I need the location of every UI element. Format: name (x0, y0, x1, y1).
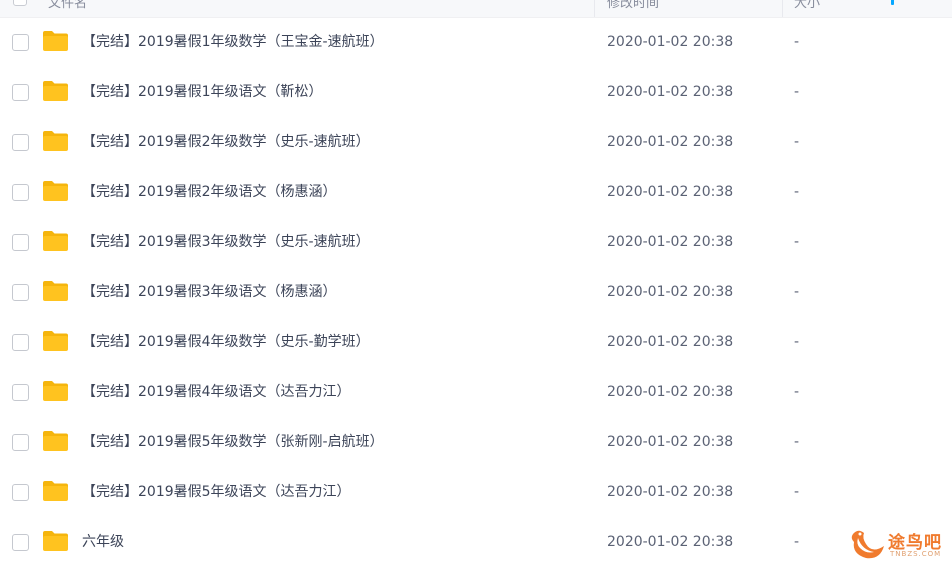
folder-icon (43, 131, 68, 151)
row-checkbox[interactable] (12, 484, 29, 501)
row-checkbox[interactable] (12, 434, 29, 451)
file-modified-time: 2020-01-02 20:38 (607, 334, 734, 350)
file-size: - (794, 184, 800, 200)
file-row[interactable]: 【完结】2019暑假2年级语文（杨惠涵） 2020-01-02 20:38 - (0, 167, 952, 217)
file-name-link[interactable]: 【完结】2019暑假2年级语文（杨惠涵） (82, 183, 337, 201)
row-checkbox[interactable] (12, 384, 29, 401)
file-row[interactable]: 【完结】2019暑假2年级数学（史乐-速航班） 2020-01-02 20:38 - (0, 117, 952, 167)
column-header-name[interactable]: 文件名 (48, 0, 87, 11)
watermark-subtext: TNBZS.COM (890, 550, 942, 558)
file-size: - (794, 284, 800, 300)
file-row[interactable]: 【完结】2019暑假3年级数学（史乐-速航班） 2020-01-02 20:38 - (0, 217, 952, 267)
column-divider (594, 0, 595, 17)
row-checkbox[interactable] (12, 34, 29, 51)
file-name-link[interactable]: 【完结】2019暑假5年级语文（达吾力江） (82, 483, 351, 501)
row-checkbox[interactable] (12, 284, 29, 301)
file-size: - (794, 484, 800, 500)
folder-icon (43, 31, 68, 51)
row-checkbox[interactable] (12, 134, 29, 151)
file-size: - (794, 234, 800, 250)
column-header-modified[interactable]: 修改时间 (607, 0, 659, 11)
file-size: - (794, 34, 800, 50)
folder-icon (43, 81, 68, 101)
file-modified-time: 2020-01-02 20:38 (607, 384, 734, 400)
bird-logo-icon (851, 530, 884, 559)
file-modified-time: 2020-01-02 20:38 (607, 534, 734, 550)
file-name-link[interactable]: 【完结】2019暑假1年级数学（王宝金-速航班） (82, 33, 384, 51)
file-size: - (794, 434, 800, 450)
column-header-size[interactable]: 大小 (794, 0, 820, 11)
folder-icon (43, 181, 68, 201)
row-checkbox[interactable] (12, 234, 29, 251)
file-size: - (794, 84, 800, 100)
file-row[interactable]: 【完结】2019暑假4年级数学（史乐-勤学班） 2020-01-02 20:38 - (0, 317, 952, 367)
file-size: - (794, 134, 800, 150)
watermark: 途鸟吧 TNBZS.COM (848, 524, 948, 564)
file-modified-time: 2020-01-02 20:38 (607, 84, 734, 100)
file-name-link[interactable]: 【完结】2019暑假5年级数学（张新刚-启航班） (82, 433, 384, 451)
file-name-link[interactable]: 【完结】2019暑假4年级语文（达吾力江） (82, 383, 351, 401)
file-modified-time: 2020-01-02 20:38 (607, 434, 734, 450)
row-checkbox[interactable] (12, 334, 29, 351)
folder-icon (43, 431, 68, 451)
file-modified-time: 2020-01-02 20:38 (607, 134, 734, 150)
row-checkbox[interactable] (12, 534, 29, 551)
file-row[interactable]: 【完结】2019暑假4年级语文（达吾力江） 2020-01-02 20:38 - (0, 367, 952, 417)
folder-icon (43, 281, 68, 301)
file-modified-time: 2020-01-02 20:38 (607, 234, 734, 250)
select-all-checkbox[interactable] (13, 0, 27, 6)
file-list: 【完结】2019暑假1年级数学（王宝金-速航班） 2020-01-02 20:38… (0, 17, 952, 567)
row-checkbox[interactable] (12, 84, 29, 101)
folder-icon (43, 381, 68, 401)
file-row[interactable]: 六年级 2020-01-02 20:38 - (0, 517, 952, 567)
file-row[interactable]: 【完结】2019暑假1年级语文（靳松） 2020-01-02 20:38 - (0, 67, 952, 117)
file-row[interactable]: 【完结】2019暑假1年级数学（王宝金-速航班） 2020-01-02 20:38… (0, 17, 952, 67)
file-modified-time: 2020-01-02 20:38 (607, 284, 734, 300)
file-row[interactable]: 【完结】2019暑假3年级语文（杨惠涵） 2020-01-02 20:38 - (0, 267, 952, 317)
file-size: - (794, 534, 800, 550)
file-modified-time: 2020-01-02 20:38 (607, 184, 734, 200)
folder-icon (43, 481, 68, 501)
folder-icon (43, 331, 68, 351)
column-divider (782, 0, 783, 17)
file-name-link[interactable]: 【完结】2019暑假3年级数学（史乐-速航班） (82, 233, 370, 251)
file-row[interactable]: 【完结】2019暑假5年级数学（张新刚-启航班） 2020-01-02 20:38… (0, 417, 952, 467)
file-size: - (794, 334, 800, 350)
file-name-link[interactable]: 【完结】2019暑假1年级语文（靳松） (82, 83, 323, 101)
folder-icon (43, 231, 68, 251)
file-list-header: 文件名 修改时间 大小 (0, 0, 952, 18)
folder-icon (43, 531, 68, 551)
sort-indicator-icon[interactable] (891, 0, 894, 5)
file-size: - (794, 384, 800, 400)
file-modified-time: 2020-01-02 20:38 (607, 34, 734, 50)
file-name-link[interactable]: 【完结】2019暑假4年级数学（史乐-勤学班） (82, 333, 370, 351)
file-name-link[interactable]: 【完结】2019暑假2年级数学（史乐-速航班） (82, 133, 370, 151)
file-name-link[interactable]: 六年级 (82, 533, 124, 551)
row-checkbox[interactable] (12, 184, 29, 201)
file-row[interactable]: 【完结】2019暑假5年级语文（达吾力江） 2020-01-02 20:38 - (0, 467, 952, 517)
file-name-link[interactable]: 【完结】2019暑假3年级语文（杨惠涵） (82, 283, 337, 301)
file-modified-time: 2020-01-02 20:38 (607, 484, 734, 500)
